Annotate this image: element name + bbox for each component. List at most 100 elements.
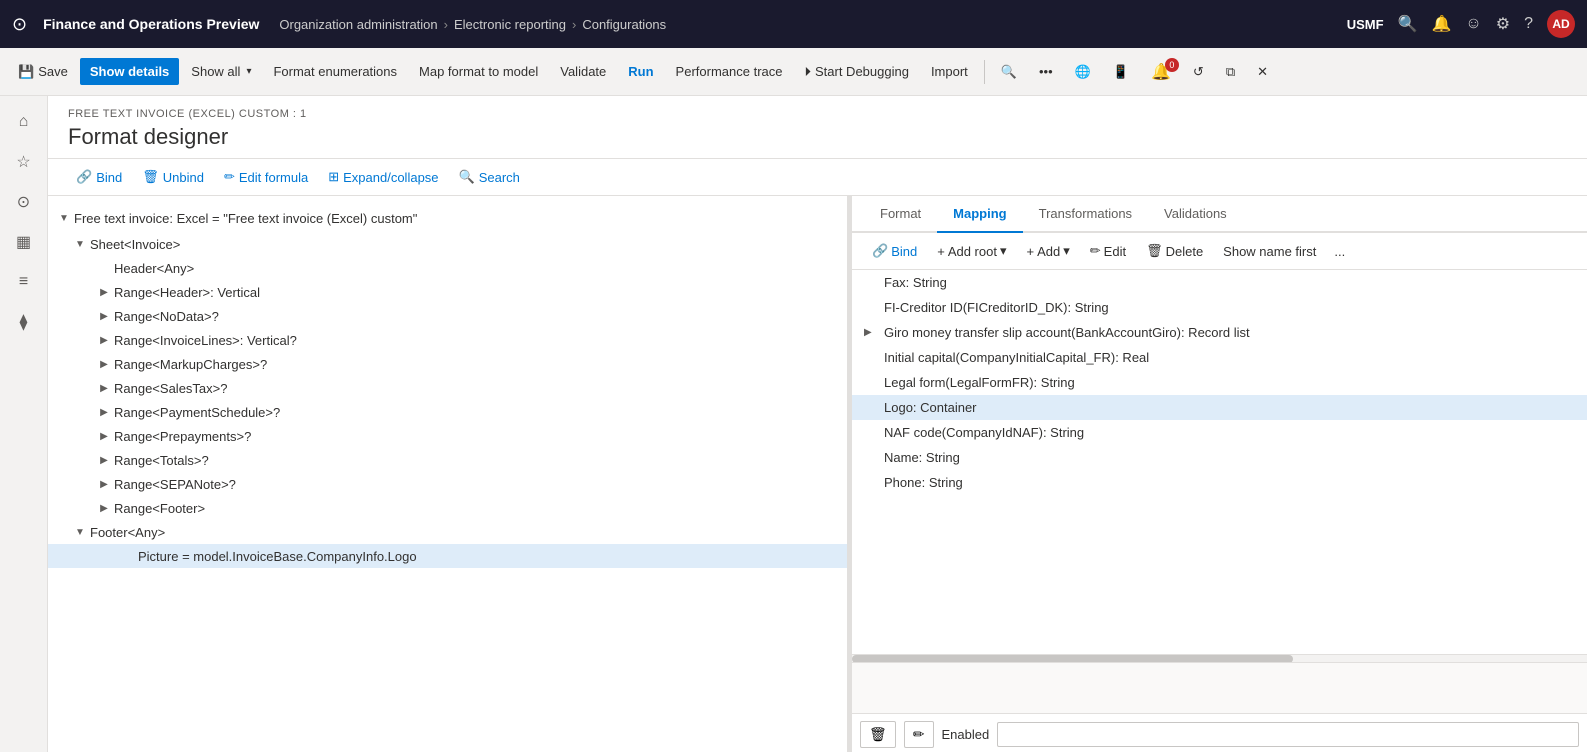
ds-item-phone[interactable]: ▶ Phone: String [852,470,1587,495]
tree-item-picture[interactable]: ▶ Picture = model.InvoiceBase.CompanyInf… [48,544,847,568]
search-nav-icon[interactable]: 🔍 [1398,14,1418,34]
formula-delete-button[interactable]: 🗑 [860,721,896,748]
mapping-add-root-button[interactable]: + Add root ▾ [929,239,1014,263]
mapping-delete-button[interactable]: 🗑 Delete [1138,239,1211,263]
add-chevron: ▾ [1063,243,1070,259]
show-all-button[interactable]: Show all [181,58,261,85]
range-prepayments-toggle-icon[interactable]: ▶ [96,428,112,444]
ds-item-name[interactable]: ▶ Name: String [852,445,1587,470]
tree-item-range-salestax[interactable]: ▶ Range<SalesTax>? [48,376,847,400]
org-selector[interactable]: USMF [1347,17,1384,32]
map-format-to-model-button[interactable]: Map format to model [409,58,548,85]
tree-item-range-sepanote[interactable]: ▶ Range<SEPANote>? [48,472,847,496]
ds-item-legal-form[interactable]: ▶ Legal form(LegalFormFR): String [852,370,1587,395]
ds-item-fax[interactable]: ▶ Fax: String [852,270,1587,295]
edit-formula-button[interactable]: ✏ Edit formula [216,165,316,189]
enabled-input[interactable] [997,722,1579,747]
mapping-edit-button[interactable]: ✏ Edit [1082,239,1134,263]
range-nodata-toggle-icon[interactable]: ▶ [96,308,112,324]
range-totals-toggle-icon[interactable]: ▶ [96,452,112,468]
settings-icon[interactable]: ⚙ [1496,14,1510,34]
search-toolbar-icon[interactable]: 🔍 [991,58,1027,86]
performance-trace-button[interactable]: Performance trace [666,58,793,85]
mapping-bind-button[interactable]: 🔗 Bind [864,239,925,263]
tree-item-footer[interactable]: ▼ Footer<Any> [48,520,847,544]
range-sepanote-toggle-icon[interactable]: ▶ [96,476,112,492]
search-inner-button[interactable]: 🔍 Search [451,165,528,189]
tree-item-range-header[interactable]: ▶ Range<Header>: Vertical [48,280,847,304]
mapping-edit-icon: ✏ [1090,243,1101,259]
close-toolbar-button[interactable]: ✕ [1247,58,1278,86]
format-enumerations-button[interactable]: Format enumerations [263,58,407,85]
globe-icon[interactable]: 🌐 [1065,58,1101,86]
ds-item-ficreditor[interactable]: ▶ FI-Creditor ID(FICreditorID_DK): Strin… [852,295,1587,320]
sidebar-grid-icon[interactable]: ▦ [6,224,42,260]
app-grid-icon[interactable]: ⊙ [12,14,27,35]
tree-item-header[interactable]: ▶ Header<Any> [48,256,847,280]
notifications-icon[interactable]: 🔔 [1431,14,1451,34]
show-details-button[interactable]: Show details [80,58,179,85]
tree-item-range-footer[interactable]: ▶ Range<Footer> [48,496,847,520]
root-toggle-icon[interactable]: ▼ [56,210,72,226]
save-button[interactable]: 💾 Save [8,58,78,86]
horizontal-scrollbar[interactable] [852,654,1587,662]
formula-edit-button[interactable]: ✏ [904,721,934,748]
phone-toolbar-icon[interactable]: 📱 [1103,58,1139,86]
breadcrumb-electronic-reporting[interactable]: Electronic reporting [454,17,566,32]
formula-input[interactable] [852,663,1587,714]
giro-toggle[interactable]: ▶ [864,327,880,338]
range-footer-toggle-icon[interactable]: ▶ [96,500,112,516]
ds-item-logo[interactable]: ▶ Logo: Container [852,395,1587,420]
tree-item-range-totals[interactable]: ▶ Range<Totals>? [48,448,847,472]
expand-collapse-button[interactable]: ⊞ Expand/collapse [320,165,446,189]
refresh-toolbar-icon[interactable]: ↺ [1183,58,1214,86]
smiley-icon[interactable]: ☺ [1465,15,1481,33]
ds-item-naf-code[interactable]: ▶ NAF code(CompanyIdNAF): String [852,420,1587,445]
sidebar-list-icon[interactable]: ≡ [6,264,42,300]
footer-toggle-icon[interactable]: ▼ [72,524,88,540]
tab-format[interactable]: Format [864,196,937,233]
range-header-toggle-icon[interactable]: ▶ [96,284,112,300]
sheet-toggle-icon[interactable]: ▼ [72,236,88,252]
unbind-button[interactable]: 🗑 Unbind [134,165,212,189]
tree-root[interactable]: ▼ Free text invoice: Excel = "Free text … [48,204,847,232]
mapping-pane: Format Mapping Transformations Validatio… [852,196,1587,752]
sidebar-home-icon[interactable]: ⌂ [6,104,42,140]
validate-button[interactable]: Validate [550,58,616,85]
mapping-more-button[interactable]: ... [1328,240,1351,263]
tab-validations[interactable]: Validations [1148,196,1243,233]
sidebar-filter-icon[interactable]: ⧫ [6,304,42,340]
range-salestax-toggle-icon[interactable]: ▶ [96,380,112,396]
show-name-first-button[interactable]: Show name first [1215,240,1324,263]
start-debugging-button[interactable]: ⏵ Start Debugging [794,58,918,86]
range-invoicelines-toggle-icon[interactable]: ▶ [96,332,112,348]
help-icon[interactable]: ? [1524,15,1533,33]
avatar[interactable]: AD [1547,10,1575,38]
range-markupcharges-toggle-icon[interactable]: ▶ [96,356,112,372]
import-button[interactable]: Import [921,58,978,85]
breadcrumb-org-admin[interactable]: Organization administration [279,17,437,32]
run-button[interactable]: Run [618,58,663,85]
tree-item-range-prepayments[interactable]: ▶ Range<Prepayments>? [48,424,847,448]
ds-item-initial-capital[interactable]: ▶ Initial capital(CompanyInitialCapital_… [852,345,1587,370]
tree-item-range-paymentschedule[interactable]: ▶ Range<PaymentSchedule>? [48,400,847,424]
page-breadcrumb: FREE TEXT INVOICE (EXCEL) CUSTOM : 1 [68,108,1567,120]
breadcrumb-configurations[interactable]: Configurations [582,17,666,32]
formula-footer: 🗑 ✏ Enabled [852,717,1587,752]
tree-item-range-markupcharges[interactable]: ▶ Range<MarkupCharges>? [48,352,847,376]
tree-item-sheet[interactable]: ▼ Sheet<Invoice> [48,232,847,256]
format-tree-pane: ▼ Free text invoice: Excel = "Free text … [48,196,848,752]
tree-item-range-nodata[interactable]: ▶ Range<NoData>? [48,304,847,328]
ds-item-giro[interactable]: ▶ Giro money transfer slip account(BankA… [852,320,1587,345]
tab-mapping[interactable]: Mapping [937,196,1022,233]
tab-transformations[interactable]: Transformations [1023,196,1148,233]
open-icon[interactable]: ⧉ [1216,58,1245,86]
mapping-add-button[interactable]: + Add ▾ [1019,239,1078,263]
notification-count-icon[interactable]: 🔔 0 [1141,56,1181,88]
sidebar-clock-icon[interactable]: ⊙ [6,184,42,220]
more-toolbar-button[interactable]: ••• [1029,58,1063,85]
range-paymentschedule-toggle-icon[interactable]: ▶ [96,404,112,420]
tree-item-range-invoicelines[interactable]: ▶ Range<InvoiceLines>: Vertical? [48,328,847,352]
bind-button[interactable]: 🔗 Bind [68,165,130,189]
sidebar-star-icon[interactable]: ☆ [6,144,42,180]
